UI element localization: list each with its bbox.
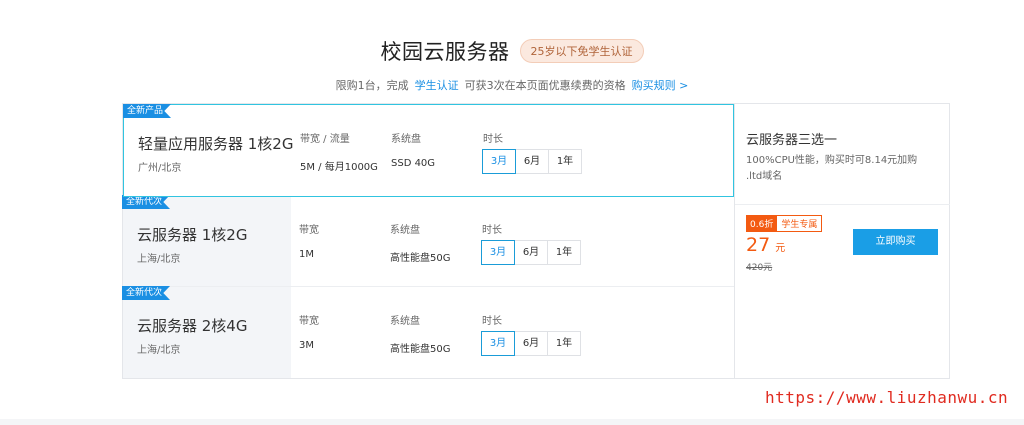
- duration-selector: 3月 6月 1年: [481, 240, 581, 265]
- duration-option-3m[interactable]: 3月: [481, 240, 515, 265]
- price-unit: 元: [775, 243, 786, 254]
- note-middle: 可获3次在本页面优惠续费的资格: [464, 79, 626, 92]
- new-product-tag: 全新产品: [123, 104, 172, 118]
- duration-selector: 3月 6月 1年: [482, 149, 582, 174]
- duration-label: 时长: [483, 134, 503, 145]
- duration-label: 时长: [482, 225, 502, 236]
- page-title: 校园云服务器: [380, 40, 510, 64]
- student-exclusive-badge: 学生专属: [777, 215, 823, 232]
- bandwidth-value: 5M / 每月1000G: [300, 162, 378, 173]
- student-auth-link[interactable]: 学生认证: [415, 77, 459, 93]
- original-price: 420元: [746, 263, 773, 273]
- duration-option-6m[interactable]: 6月: [514, 331, 548, 356]
- purchase-note: 限购1台，完成 学生认证 可获3次在本页面优惠续费的资格 购买规则 >: [0, 77, 1024, 93]
- disk-label: 系统盘: [390, 225, 420, 236]
- disk-value: 高性能盘50G: [390, 344, 451, 355]
- disk-value: SSD 40G: [391, 158, 436, 169]
- duration-option-3m[interactable]: 3月: [482, 149, 516, 174]
- bandwidth-label: 带宽: [299, 316, 319, 327]
- note-prefix: 限购1台，完成: [335, 79, 409, 92]
- product-region: 上海/北京: [137, 345, 181, 356]
- offer-description: 100%CPU性能，购买时可8.14元加购 .ltd域名: [746, 155, 918, 182]
- duration-option-1y[interactable]: 1年: [548, 149, 582, 174]
- disk-value: 高性能盘50G: [390, 253, 451, 264]
- price-badges: 0.6折 学生专属: [746, 215, 823, 232]
- duration-option-1y[interactable]: 1年: [547, 240, 581, 265]
- duration-option-6m[interactable]: 6月: [514, 240, 548, 265]
- product-row-cvm-1c2g[interactable]: 全新代次 云服务器 1核2G 上海/北京 带宽 1M 系统盘 高性能盘50G 时…: [122, 195, 734, 287]
- duration-label: 时长: [482, 316, 502, 327]
- bandwidth-label: 带宽 / 流量: [300, 134, 350, 145]
- product-name: 轻量应用服务器 1核2G: [138, 135, 294, 153]
- product-region: 广州/北京: [138, 163, 182, 174]
- duration-option-6m[interactable]: 6月: [515, 149, 549, 174]
- page-header: 校园云服务器 25岁以下免学生认证 限购1台，完成 学生认证 可获3次在本页面优…: [0, 36, 1024, 93]
- product-name: 云服务器 1核2G: [137, 226, 248, 244]
- new-generation-tag: 全新代次: [122, 195, 171, 209]
- duration-option-1y[interactable]: 1年: [547, 331, 581, 356]
- disk-label: 系统盘: [390, 316, 420, 327]
- purchase-sidebar: 云服务器三选一 100%CPU性能，购买时可8.14元加购 .ltd域名 0.6…: [734, 104, 950, 378]
- bandwidth-value: 1M: [299, 249, 314, 260]
- new-generation-tag: 全新代次: [122, 286, 171, 300]
- watermark-url: https://www.liuzhanwu.cn: [765, 388, 1009, 407]
- duration-option-3m[interactable]: 3月: [481, 331, 515, 356]
- divider: [735, 204, 950, 205]
- product-panel: 全新产品 轻量应用服务器 1核2G 广州/北京 带宽 / 流量 5M / 每月1…: [122, 103, 950, 379]
- bandwidth-label: 带宽: [299, 225, 319, 236]
- price-value: 27: [746, 234, 771, 256]
- product-list: 全新产品 轻量应用服务器 1核2G 广州/北京 带宽 / 流量 5M / 每月1…: [122, 104, 734, 378]
- duration-selector: 3月 6月 1年: [481, 331, 581, 356]
- discount-badge: 0.6折: [746, 215, 778, 232]
- product-row-lighthouse[interactable]: 全新产品 轻量应用服务器 1核2G 广州/北京 带宽 / 流量 5M / 每月1…: [123, 104, 734, 197]
- disk-label: 系统盘: [391, 134, 421, 145]
- purchase-rules-link[interactable]: 购买规则 >: [632, 77, 689, 93]
- product-region: 上海/北京: [137, 254, 181, 265]
- product-row-cvm-2c4g[interactable]: 全新代次 云服务器 2核4G 上海/北京 带宽 3M 系统盘 高性能盘50G 时…: [122, 286, 734, 378]
- footer-strip: [0, 419, 1024, 425]
- product-name: 云服务器 2核4G: [137, 317, 248, 335]
- age-badge: 25岁以下免学生认证: [519, 39, 644, 63]
- buy-now-button[interactable]: 立即购买: [853, 229, 938, 255]
- offer-title: 云服务器三选一: [746, 133, 838, 148]
- title-row: 校园云服务器 25岁以下免学生认证: [0, 36, 1024, 66]
- current-price: 27 元: [746, 234, 785, 256]
- bandwidth-value: 3M: [299, 340, 314, 351]
